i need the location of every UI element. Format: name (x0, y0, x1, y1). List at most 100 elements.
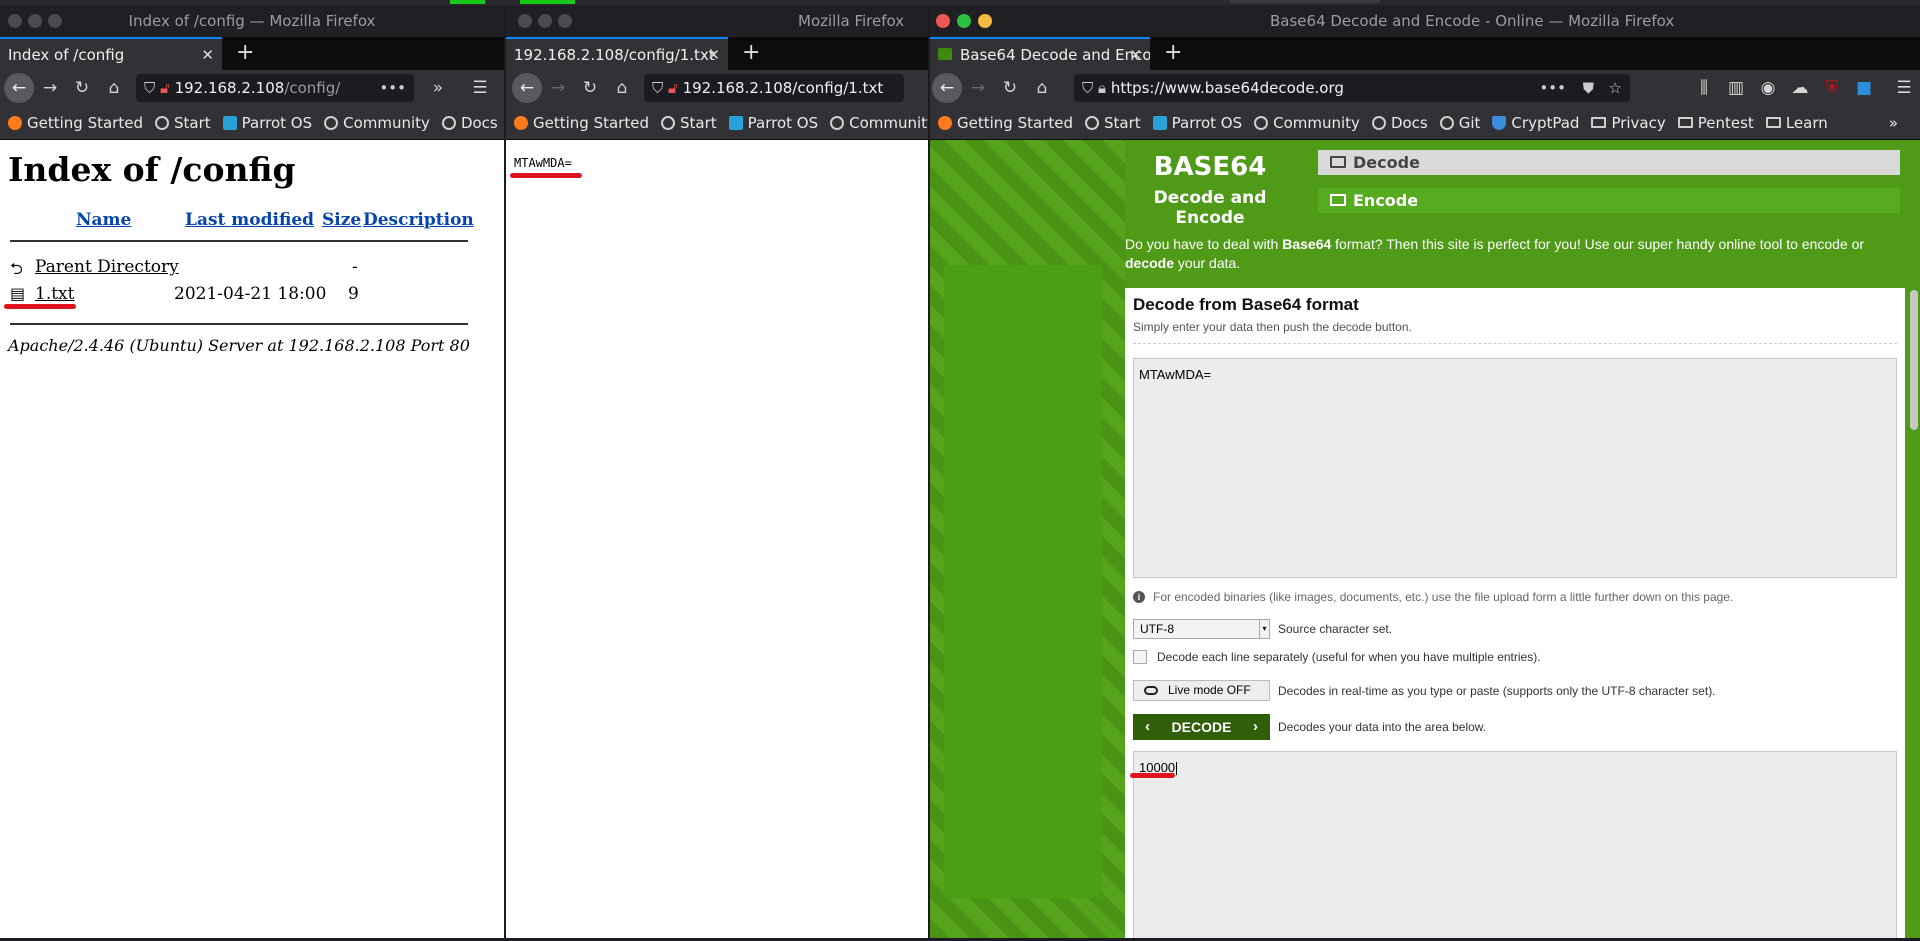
bookmark-pentest[interactable]: Pentest (1677, 114, 1754, 132)
close-window-icon[interactable] (936, 14, 950, 28)
live-mode-toggle[interactable]: Live mode OFF (1133, 680, 1270, 701)
url-bar[interactable]: ⛉ 🔓︎ 192.168.2.108/config/1.txt (644, 74, 904, 102)
minimize-window-icon[interactable] (978, 14, 992, 28)
firefox-icon (8, 115, 22, 130)
shield-icon[interactable]: ⛉ (1082, 79, 1093, 97)
site-logo[interactable]: BASE64 Decode and Encode (1125, 152, 1295, 228)
col-modified-header[interactable]: Last modified (185, 210, 314, 230)
close-window-icon[interactable] (8, 14, 22, 28)
separate-lines-checkbox[interactable] (1133, 650, 1147, 664)
window-titlebar[interactable]: Index of /config — Mozilla Firefox (0, 5, 504, 37)
close-window-icon[interactable] (518, 14, 532, 28)
col-size-header[interactable]: Size (322, 210, 361, 230)
separate-lines-row: Decode each line separately (useful for … (1133, 650, 1897, 664)
bookmark-start[interactable]: Start (154, 114, 211, 132)
home-button[interactable]: ⌂ (606, 78, 638, 98)
shield-icon[interactable]: ⛉ (652, 79, 663, 97)
forward-button[interactable]: → (34, 78, 66, 98)
reload-button[interactable]: ↻ (574, 78, 606, 98)
bookmark-getting-started[interactable]: Getting Started (514, 114, 649, 132)
ublock-icon[interactable]: ⛨ (1816, 78, 1848, 98)
sidebar-icon[interactable]: ▥ (1720, 78, 1752, 98)
window-titlebar[interactable]: Base64 Decode and Encode - Online — Mozi… (930, 5, 1920, 37)
text-file-icon: ▤ (10, 284, 26, 303)
close-tab-icon[interactable]: ✕ (707, 39, 720, 70)
bookmarks-overflow-chevron-icon[interactable]: » (1889, 114, 1898, 132)
extension-s-icon[interactable]: ■ (1848, 78, 1880, 98)
window-titlebar[interactable]: Mozilla Firefox (506, 5, 928, 37)
reload-button[interactable]: ↻ (66, 78, 98, 98)
shield-icon[interactable]: ⛉ (144, 79, 155, 97)
forward-button[interactable]: → (542, 78, 574, 98)
bookmark-docs[interactable]: Docs (441, 114, 498, 132)
output-textarea[interactable]: 10000 (1133, 751, 1897, 938)
forward-button[interactable]: → (962, 78, 994, 98)
bookmark-docs[interactable]: Docs (1371, 114, 1428, 132)
hamburger-menu-icon[interactable]: ☰ (1888, 78, 1920, 98)
file-link-1txt[interactable]: 1.txt (35, 284, 74, 304)
bookmark-star-icon[interactable]: ☆ (1609, 74, 1622, 102)
bookmark-git[interactable]: Git (1439, 114, 1480, 132)
bookmark-privacy[interactable]: Privacy (1591, 114, 1666, 132)
upload-info: i For encoded binaries (like images, doc… (1133, 590, 1897, 604)
bookmark-cryptpad[interactable]: CryptPad (1492, 114, 1579, 132)
bookmarks-toolbar: Getting Started Start Parrot OS Communit… (506, 106, 928, 140)
bookmark-getting-started[interactable]: Getting Started (938, 114, 1073, 132)
overflow-chevron-icon[interactable]: » (422, 78, 454, 98)
bookmark-parrot-os[interactable]: Parrot OS (222, 114, 312, 132)
maximize-window-icon[interactable] (48, 14, 62, 28)
bookmark-start[interactable]: Start (660, 114, 717, 132)
bookmark-getting-started[interactable]: Getting Started (8, 114, 143, 132)
reload-button[interactable]: ↻ (994, 78, 1026, 98)
close-tab-icon[interactable]: ✕ (201, 39, 214, 70)
input-textarea[interactable]: MTAwMDA= (1133, 358, 1897, 578)
library-icon[interactable]: ⫼ (1688, 78, 1720, 98)
bookmark-community[interactable]: Community (1254, 114, 1360, 132)
home-button[interactable]: ⌂ (1026, 78, 1058, 98)
col-description-header[interactable]: Description (363, 210, 474, 230)
url-bar[interactable]: ⛉ 🔒︎ https://www.base64decode.org ••• ⛊ … (1074, 74, 1630, 102)
text-caret (1176, 762, 1178, 776)
page-actions-icon[interactable]: ••• (379, 74, 406, 102)
page-actions-icon[interactable]: ••• (1539, 74, 1566, 102)
base64-site: BASE64 Decode and Encode Decode Encode D… (930, 140, 1920, 938)
tab-txt[interactable]: 192.168.2.108/config/1.txt ✕ (506, 37, 728, 70)
new-tab-button[interactable]: + (1150, 37, 1196, 70)
back-button[interactable]: ← (932, 73, 962, 103)
charset-select[interactable]: UTF-8 ▾ (1133, 619, 1270, 639)
tab-index-config[interactable]: Index of /config ✕ (0, 37, 222, 70)
page-scrollbar[interactable] (1910, 290, 1918, 430)
back-button[interactable]: ← (512, 73, 542, 103)
hamburger-menu-icon[interactable]: ☰ (464, 78, 496, 98)
menu-decode[interactable]: Decode (1318, 150, 1900, 175)
bookmark-community[interactable]: Community (324, 114, 430, 132)
divider (1133, 343, 1897, 344)
minimize-window-icon[interactable] (538, 14, 552, 28)
bookmark-community[interactable]: Community (830, 114, 928, 132)
col-name-header[interactable]: Name (76, 210, 131, 230)
bookmark-start[interactable]: Start (1084, 114, 1141, 132)
parent-directory-link[interactable]: Parent Directory (35, 257, 179, 277)
insecure-lock-icon[interactable]: 🔓︎ (160, 79, 170, 97)
bookmark-learn[interactable]: Learn (1765, 114, 1828, 132)
maximize-window-icon[interactable] (957, 14, 971, 28)
new-tab-button[interactable]: + (728, 37, 774, 70)
maximize-window-icon[interactable] (558, 14, 572, 28)
extension-icon[interactable]: ☁ (1784, 78, 1816, 98)
url-bar[interactable]: ⛉ 🔓︎ 192.168.2.108/config/ ••• (136, 74, 414, 102)
pocket-icon[interactable]: ⛊ (1583, 74, 1594, 102)
close-tab-icon[interactable]: ✕ (1129, 39, 1142, 70)
extension-icon[interactable]: ◉ (1752, 78, 1784, 98)
bookmark-parrot-os[interactable]: Parrot OS (728, 114, 818, 132)
bookmark-parrot-os[interactable]: Parrot OS (1152, 114, 1242, 132)
minimize-window-icon[interactable] (28, 14, 42, 28)
new-tab-button[interactable]: + (222, 37, 268, 70)
lock-icon[interactable]: 🔒︎ (1098, 79, 1106, 97)
back-button[interactable]: ← (4, 73, 34, 103)
menu-encode[interactable]: Encode (1318, 188, 1900, 213)
home-button[interactable]: ⌂ (98, 78, 130, 98)
decode-button[interactable]: ‹ DECODE › (1133, 714, 1270, 740)
tab-base64[interactable]: Base64 Decode and Enco ✕ (930, 37, 1150, 70)
firefox-window-base64: Base64 Decode and Encode - Online — Mozi… (930, 5, 1920, 938)
insecure-lock-icon[interactable]: 🔓︎ (668, 79, 678, 97)
